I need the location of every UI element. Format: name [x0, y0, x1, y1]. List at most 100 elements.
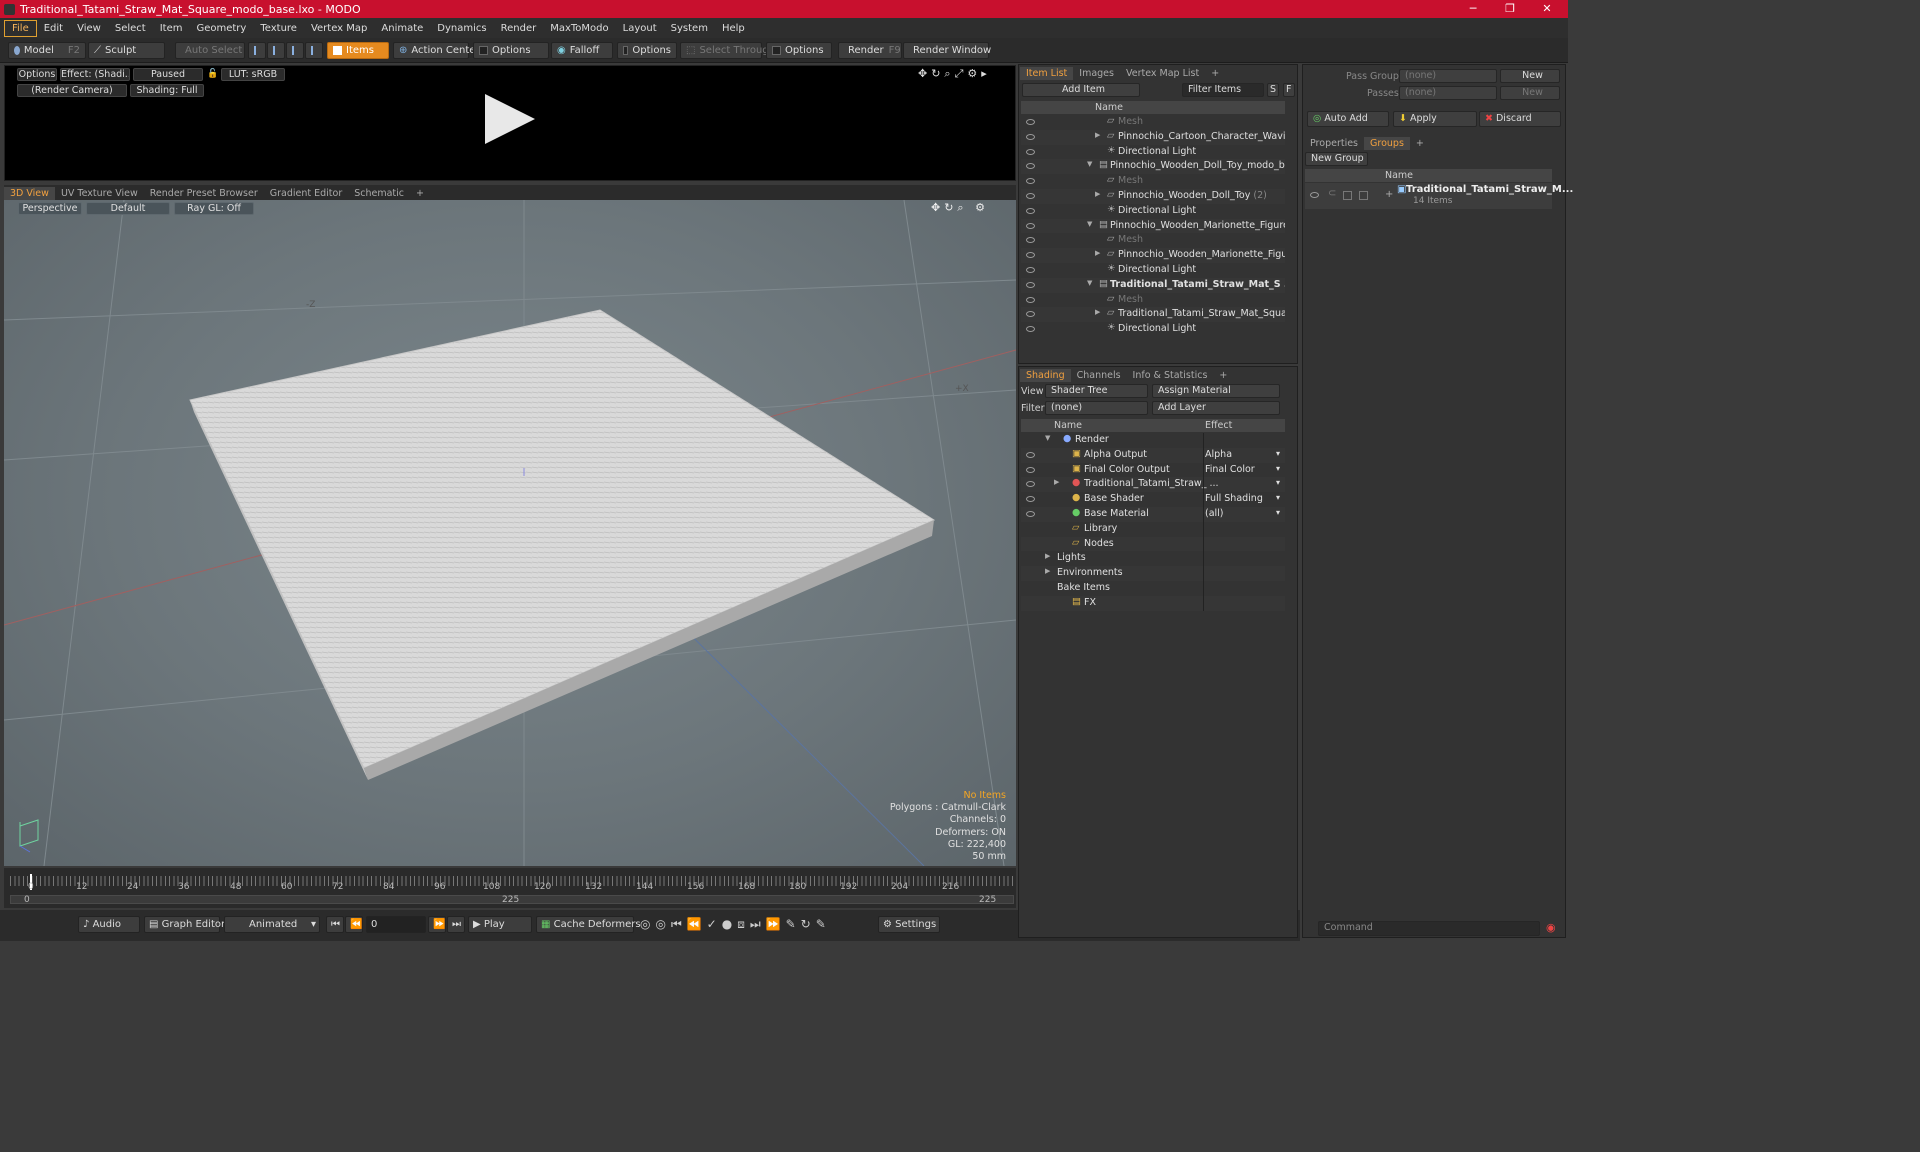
auto-select-button[interactable]: Auto Select [175, 42, 245, 59]
menu-render[interactable]: Render [494, 21, 544, 36]
play-button[interactable]: ▶ Play [468, 916, 532, 933]
go-to-start-button[interactable]: ⏮ [326, 916, 344, 933]
collapse-arrow-icon[interactable]: ▼ [1087, 160, 1092, 168]
menu-help[interactable]: Help [715, 21, 752, 36]
add-tab-button[interactable]: + [1205, 67, 1225, 80]
add-layer-dropdown[interactable]: Add Layer [1152, 401, 1280, 415]
shader-tree-row[interactable]: Bake Items [1021, 581, 1285, 596]
shader-tree-row[interactable]: ▣ Alpha Output Alpha ▾ [1021, 447, 1285, 463]
menu-animate[interactable]: Animate [374, 21, 430, 36]
eye-icon[interactable] [1026, 451, 1035, 458]
previous-key-button[interactable]: ⏪ [345, 916, 363, 933]
eye-icon[interactable] [1026, 133, 1035, 140]
menu-layout[interactable]: Layout [616, 21, 664, 36]
item-list-row[interactable]: ☀ Directional Light [1021, 263, 1285, 278]
eye-icon[interactable] [1026, 193, 1035, 199]
effect-dropdown[interactable]: Final Color [1205, 464, 1255, 475]
item-list-row[interactable]: ▶ ▱ Traditional_Tatami_Straw_Mat_Squar ... [1021, 307, 1285, 323]
menu-view[interactable]: View [70, 21, 108, 36]
tab-vertex-map-list[interactable]: Vertex Map List [1120, 67, 1205, 80]
render-window-button[interactable]: Render Window [903, 42, 991, 59]
chevron-down-icon[interactable]: ▾ [1276, 478, 1280, 487]
menu-system[interactable]: System [664, 21, 715, 36]
chevron-down-icon[interactable]: ▾ [1276, 449, 1280, 458]
eye-icon[interactable] [1026, 148, 1035, 155]
expand-arrow-icon[interactable]: ▶ [1095, 131, 1100, 139]
action-center-button[interactable]: ⊕ Action Center [393, 42, 480, 59]
eye-icon[interactable] [1026, 237, 1035, 244]
edges-mode-button[interactable] [267, 42, 285, 59]
tab-properties[interactable]: Properties [1304, 137, 1364, 150]
shader-tree-row[interactable]: ▼ ● Render [1021, 433, 1285, 448]
polygons-mode-button[interactable] [286, 42, 304, 59]
viewport-nav-icons[interactable]: ✥↻⌕ ⚙ [931, 201, 989, 215]
next-frame-button[interactable]: ⏩ [428, 916, 446, 933]
expand-icon[interactable]: + [1385, 189, 1393, 200]
tab-groups[interactable]: Groups [1364, 136, 1410, 150]
render-button[interactable]: Render F9 [838, 42, 902, 59]
record-icon[interactable]: ◉ [1546, 921, 1556, 934]
eye-icon[interactable] [1026, 326, 1035, 333]
animated-dropdown[interactable]: Animated ▾ [224, 916, 320, 933]
item-list-row[interactable]: ☀ Directional Light [1021, 322, 1285, 337]
item-list-row[interactable]: ▶ ▱ Pinnochio_Wooden_Marionette_Figur ... [1021, 248, 1285, 263]
collapse-arrow-icon[interactable]: ▼ [1087, 279, 1092, 287]
shader-tree-row[interactable]: ● Base Material (all) ▾ [1021, 507, 1285, 522]
expand-arrow-icon[interactable]: ▶ [1054, 478, 1059, 486]
eye-icon[interactable] [1026, 481, 1035, 488]
item-list-row[interactable]: ▼ ▤ Traditional_Tatami_Straw_Mat_S ... [1021, 277, 1285, 293]
add-tab-button[interactable]: + [1410, 137, 1430, 150]
shader-tree-row[interactable]: ● Base Shader Full Shading ▾ [1021, 492, 1285, 507]
select-options-button[interactable]: Options [766, 42, 832, 59]
expand-arrow-icon[interactable]: ▶ [1045, 552, 1050, 560]
menu-item[interactable]: Item [153, 21, 190, 36]
passes-dropdown[interactable]: (none) [1399, 86, 1497, 100]
collapse-arrow-icon[interactable]: ▼ [1087, 220, 1092, 228]
lock-icon[interactable]: ⊂ [1328, 188, 1336, 199]
auto-add-button[interactable]: ◎ Auto Add [1307, 111, 1389, 127]
checkbox[interactable] [1343, 191, 1352, 200]
menu-file[interactable]: File [4, 19, 37, 37]
eye-icon[interactable] [1026, 207, 1035, 214]
go-to-end-button[interactable]: ⏭ [447, 916, 465, 933]
items-mode-button[interactable]: Items [327, 42, 389, 59]
tab-3d-view[interactable]: 3D View [4, 186, 55, 200]
play-render-icon[interactable] [483, 92, 537, 146]
effect-dropdown[interactable]: Alpha [1205, 449, 1232, 460]
eye-icon[interactable] [1026, 511, 1035, 517]
chevron-down-icon[interactable]: ▾ [1276, 464, 1280, 473]
falloff-button[interactable]: ◉ Falloff [551, 42, 613, 59]
discard-button[interactable]: ✖ Discard [1479, 111, 1561, 127]
vertices-mode-button[interactable] [248, 42, 266, 59]
eye-icon[interactable] [1026, 311, 1035, 318]
select-through-button[interactable]: ⬚ Select Through [680, 42, 775, 59]
falloff-options-button[interactable]: Options [617, 42, 677, 59]
menu-select[interactable]: Select [108, 21, 153, 36]
shader-tree-dropdown[interactable]: Shader Tree [1045, 384, 1148, 398]
add-tab-button[interactable]: + [410, 187, 430, 200]
eye-icon[interactable] [1026, 267, 1035, 273]
tab-gradient-editor[interactable]: Gradient Editor [264, 187, 348, 200]
eye-icon[interactable] [1310, 192, 1319, 198]
s-toggle[interactable]: S [1267, 83, 1279, 97]
eye-icon[interactable] [1026, 163, 1035, 170]
apply-button[interactable]: ⬇ Apply [1393, 111, 1477, 127]
lut-dropdown[interactable]: LUT: sRGB [221, 68, 285, 81]
render-options-button[interactable]: Options [17, 68, 57, 81]
materials-mode-button[interactable] [305, 42, 323, 59]
eye-icon[interactable] [1026, 496, 1035, 503]
chevron-down-icon[interactable]: ▾ [1276, 508, 1280, 517]
tab-schematic[interactable]: Schematic [348, 187, 410, 200]
f-toggle[interactable]: F [1283, 83, 1295, 97]
item-list-row[interactable]: ▱ Mesh [1021, 292, 1285, 308]
tab-info-statistics[interactable]: Info & Statistics [1127, 369, 1214, 382]
expand-arrow-icon[interactable]: ▶ [1095, 249, 1100, 257]
item-list-row[interactable]: ▶ ▱Pinnochio_Cartoon_Character_Wavin ... [1021, 129, 1285, 145]
shader-tree-row[interactable]: ▶ ● Traditional_Tatami_Straw_ ... ▾ [1021, 477, 1285, 493]
maximize-button[interactable]: ❐ [1491, 0, 1529, 18]
shader-tree-row[interactable]: ▣ Final Color Output Final Color ▾ [1021, 462, 1285, 478]
expand-arrow-icon[interactable]: ▶ [1095, 190, 1100, 198]
tab-channels[interactable]: Channels [1071, 369, 1127, 382]
menu-vertex-map[interactable]: Vertex Map [304, 21, 374, 36]
minimize-button[interactable]: ─ [1454, 0, 1492, 18]
